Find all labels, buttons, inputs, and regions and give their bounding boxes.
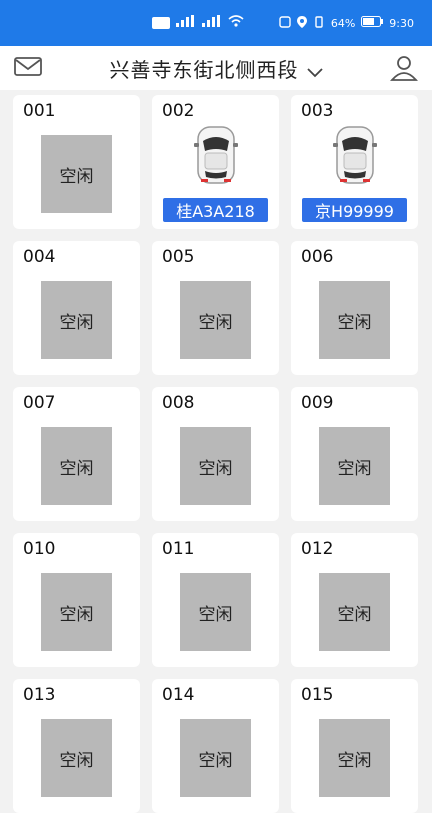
parking-slot[interactable]: 010 空闲 [13,533,140,667]
sim-icon [152,16,170,29]
parking-slot[interactable]: 001 空闲 [13,95,140,229]
free-status-label: 空闲 [337,312,372,333]
free-status-box: 空闲 [41,573,112,651]
free-status-label: 空闲 [59,750,94,771]
free-status-box: 空闲 [41,719,112,797]
vibrate-icon [313,15,325,31]
free-status-label: 空闲 [198,604,233,625]
signal-icon [176,15,196,30]
free-status-box: 空闲 [319,427,390,505]
slot-number: 013 [23,685,56,705]
free-status-box: 空闲 [180,719,251,797]
free-status-box: 空闲 [41,281,112,359]
battery-percent: 64% [330,16,356,30]
location-selector[interactable]: 兴善寺东街北侧西段 [110,54,323,83]
free-status-box: 空闲 [180,281,251,359]
parking-slot-grid: 001 空闲 002 桂A3A218 003 京H99999 004 空闲 005 空闲 006 空闲… [13,95,419,813]
parking-slot[interactable]: 014 空闲 [152,679,279,813]
user-icon[interactable] [390,54,418,82]
free-status-box: 空闲 [319,281,390,359]
slot-number: 007 [23,393,56,413]
free-status-label: 空闲 [198,750,233,771]
slot-number: 009 [301,393,334,413]
license-plate: 桂A3A218 [163,198,268,222]
status-bar: 64% 9:30 [0,0,432,46]
chevron-down-icon [306,63,323,78]
free-status-label: 空闲 [59,312,94,333]
page-title: 兴善寺东街北侧西段 [109,57,299,82]
clock: 9:30 [389,16,414,30]
car-icon [333,126,377,184]
slot-number: 015 [301,685,334,705]
parking-slot[interactable]: 013 空闲 [13,679,140,813]
parking-slot[interactable]: 002 桂A3A218 [152,95,279,229]
slot-number: 003 [301,101,334,121]
nfc-icon [279,15,291,31]
free-status-label: 空闲 [337,604,372,625]
status-left-icons [152,15,244,30]
free-status-label: 空闲 [59,604,94,625]
license-plate: 京H99999 [302,198,407,222]
parking-slot[interactable]: 005 空闲 [152,241,279,375]
parking-slot[interactable]: 006 空闲 [291,241,418,375]
slot-number: 012 [301,539,334,559]
car-icon [194,126,238,184]
free-status-label: 空闲 [337,750,372,771]
parking-slot[interactable]: 007 空闲 [13,387,140,521]
parking-slot[interactable]: 003 京H99999 [291,95,418,229]
parking-slot[interactable]: 012 空闲 [291,533,418,667]
free-status-box: 空闲 [319,719,390,797]
free-status-label: 空闲 [59,166,94,187]
slot-number: 005 [162,247,195,267]
free-status-label: 空闲 [337,458,372,479]
parking-slot[interactable]: 011 空闲 [152,533,279,667]
wifi-icon [228,15,244,30]
free-status-label: 空闲 [59,458,94,479]
parking-slot[interactable]: 009 空闲 [291,387,418,521]
location-icon [296,15,307,31]
free-status-label: 空闲 [198,312,233,333]
slot-number: 010 [23,539,56,559]
free-status-box: 空闲 [180,573,251,651]
free-status-label: 空闲 [198,458,233,479]
slot-number: 004 [23,247,56,267]
free-status-box: 空闲 [180,427,251,505]
slot-number: 014 [162,685,195,705]
slot-number: 002 [162,101,195,121]
slot-number: 011 [162,539,195,559]
mail-icon[interactable] [14,56,42,78]
parking-slot[interactable]: 008 空闲 [152,387,279,521]
status-right: 64% 9:30 [279,15,414,31]
free-status-box: 空闲 [41,135,112,213]
parking-slot[interactable]: 004 空闲 [13,241,140,375]
slot-number: 001 [23,101,56,121]
free-status-box: 空闲 [41,427,112,505]
app-bar: 兴善寺东街北侧西段 [0,46,432,90]
parking-slot[interactable]: 015 空闲 [291,679,418,813]
free-status-box: 空闲 [319,573,390,651]
slot-number: 008 [162,393,195,413]
slot-number: 006 [301,247,334,267]
battery-icon [361,16,384,30]
signal-icon-2 [202,15,222,30]
